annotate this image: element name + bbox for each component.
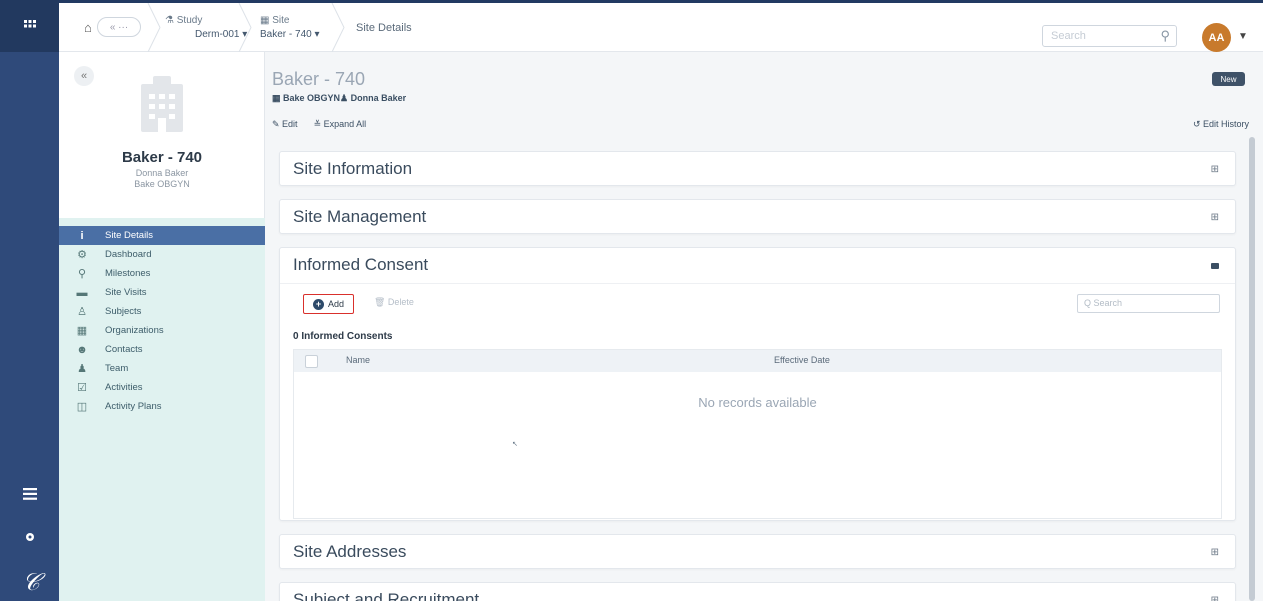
panel-title: Site Management	[293, 207, 427, 226]
breadcrumb-back-button[interactable]: « ···	[97, 17, 141, 37]
collapse-icon[interactable]	[1211, 263, 1219, 269]
page-actions: ✎ Edit ≚ Expand All	[272, 119, 366, 130]
app-logo: 𝒞	[22, 568, 40, 596]
main-content: Baker - 740 ▦ Bake OBGYN♟ Donna Baker Ne…	[265, 52, 1263, 601]
new-button[interactable]: New	[1212, 72, 1245, 86]
breadcrumb-separator	[331, 2, 345, 53]
panel-site-addresses[interactable]: Site Addresses ⊞	[279, 534, 1236, 569]
expand-icon[interactable]: ⊞	[1211, 595, 1219, 601]
column-header-name[interactable]: Name	[346, 355, 370, 365]
add-button[interactable]: + Add	[303, 294, 354, 314]
informed-consent-body: + Add 🗑 Delete Q Search 0 Informed Conse…	[280, 283, 1235, 519]
columns-icon: ◫	[76, 401, 88, 413]
panel-title: Site Information	[293, 159, 413, 178]
user-icon: ♙	[77, 306, 87, 318]
calendar-check-icon: ☑	[77, 382, 87, 394]
panel-title: Site Addresses	[293, 542, 407, 561]
consent-table: Name Effective Date No records available…	[293, 349, 1222, 519]
expand-icon[interactable]: ⊞	[1211, 164, 1219, 175]
nav-item-milestones[interactable]: ⚲ Milestones	[59, 264, 265, 283]
global-search-input[interactable]: Search ⚲	[1042, 25, 1177, 47]
site-organization: Bake OBGYN	[134, 179, 190, 189]
scrollbar[interactable]	[1249, 137, 1255, 601]
site-profile-panel: « Baker - 740 Donna Baker Bake OBGYN i S…	[59, 52, 265, 601]
user-avatar[interactable]: AA	[1202, 23, 1231, 52]
empty-state: No records available	[698, 395, 817, 410]
grid-icon[interactable]	[0, 0, 59, 52]
building-icon: ▦	[260, 15, 273, 26]
building-icon	[139, 76, 185, 135]
record-count: 0 Informed Consents	[293, 331, 393, 342]
dashboard-icon: ⚙	[77, 249, 87, 261]
briefcase-icon: ▬	[76, 286, 88, 299]
nav-item-activities[interactable]: ☑ Activities	[59, 378, 265, 397]
app-rail: 𝒞	[0, 0, 59, 601]
breadcrumb-current: Site Details	[356, 21, 412, 34]
home-icon[interactable]: ⌂	[84, 3, 92, 52]
nav-item-organizations[interactable]: ▦ Organizations	[59, 321, 265, 340]
expand-all-button[interactable]: ≚ Expand All	[314, 119, 367, 130]
collapse-panel-button[interactable]: «	[74, 66, 94, 86]
nav-item-subjects[interactable]: ♙ Subjects	[59, 302, 265, 321]
nav-item-contacts[interactable]: ☻ Contacts	[59, 340, 265, 359]
page-subtitle: ▦ Bake OBGYN♟ Donna Baker	[272, 93, 407, 103]
delete-button[interactable]: 🗑 Delete	[374, 297, 414, 308]
expand-icon[interactable]: ⊞	[1211, 212, 1219, 223]
map-marker-icon: ⚲	[77, 268, 87, 280]
list-icon[interactable]	[0, 487, 59, 504]
mouse-cursor-icon: ↖	[512, 441, 518, 448]
site-name: Baker - 740	[121, 149, 203, 166]
breadcrumb-site[interactable]: ▦ Site Baker - 740 ▾	[260, 3, 320, 52]
panel-title: Subject and Recruitment	[293, 590, 480, 601]
info-icon: i	[80, 229, 84, 242]
breadcrumb-separator	[147, 2, 161, 53]
edit-history-button[interactable]: ↺ Edit History	[1193, 119, 1249, 130]
breadcrumb-separator	[238, 2, 252, 53]
building-icon: ▦	[76, 325, 88, 337]
breadcrumb-study[interactable]: ⚗ Study Derm-001 ▾	[165, 3, 247, 52]
nav-item-site-visits[interactable]: ▬ Site Visits	[59, 283, 265, 302]
plus-circle-icon: +	[312, 298, 324, 310]
panel-site-management[interactable]: Site Management ⊞	[279, 199, 1236, 234]
gear-icon[interactable]	[0, 530, 59, 547]
nav-item-site-details[interactable]: i Site Details	[59, 226, 265, 245]
flask-icon: ⚗	[165, 15, 177, 26]
grid-icon-svg	[23, 20, 36, 28]
top-bar: ⌂ « ··· ⚗ Study Derm-001 ▾ ▦ Site Baker …	[59, 0, 1263, 53]
table-header: Name Effective Date	[294, 350, 1221, 372]
nav-item-activity-plans[interactable]: ◫ Activity Plans	[59, 397, 265, 416]
site-nav: i Site Details ⚙ Dashboard ⚲ Milestones …	[59, 218, 265, 601]
nav-item-team[interactable]: ♟ Team	[59, 359, 265, 378]
page-title: Baker - 740	[272, 69, 366, 89]
panel-subject-recruitment[interactable]: Subject and Recruitment ⊞	[279, 582, 1236, 601]
person-icon: ♟	[77, 363, 87, 375]
search-icon: ⚲	[1160, 28, 1170, 43]
column-header-effective-date[interactable]: Effective Date	[774, 355, 830, 365]
panel-informed-consent: Informed Consent + Add 🗑 Delete Q Search…	[279, 247, 1236, 521]
select-all-checkbox[interactable]	[305, 355, 318, 368]
consent-search-input[interactable]: Q Search	[1077, 294, 1220, 313]
nav-item-dashboard[interactable]: ⚙ Dashboard	[59, 245, 265, 264]
panel-site-information[interactable]: Site Information ⊞	[279, 151, 1236, 186]
users-icon: ☻	[76, 343, 88, 356]
panel-title: Informed Consent	[293, 255, 429, 274]
edit-button[interactable]: ✎ Edit	[272, 119, 298, 130]
chevron-down-icon[interactable]: ▼	[1238, 31, 1248, 42]
site-contact: Donna Baker	[135, 168, 189, 178]
expand-icon[interactable]: ⊞	[1211, 547, 1219, 558]
